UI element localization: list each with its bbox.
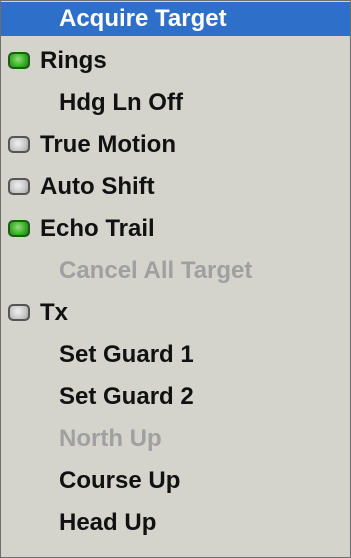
menu-item-course-up[interactable]: Course Up — [1, 464, 350, 498]
indicator-on-icon — [8, 52, 30, 69]
menu-item-hdg-ln-off[interactable]: Hdg Ln Off — [1, 86, 350, 120]
menu-item-acquire-target[interactable]: Acquire Target — [1, 2, 350, 36]
menu-item-tx[interactable]: Tx — [1, 296, 350, 330]
radar-context-menu: Acquire Target Rings Hdg Ln Off True Mot… — [0, 0, 351, 558]
menu-item-label: Auto Shift — [40, 173, 155, 200]
indicator-off-icon — [8, 136, 30, 153]
menu-item-rings[interactable]: Rings — [1, 44, 350, 78]
menu-item-label: Hdg Ln Off — [59, 89, 183, 116]
menu-item-auto-shift[interactable]: Auto Shift — [1, 170, 350, 204]
menu-item-true-motion[interactable]: True Motion — [1, 128, 350, 162]
menu-item-label: Course Up — [59, 467, 181, 494]
menu-item-label: Rings — [40, 47, 107, 74]
menu-item-label: Cancel All Target — [59, 257, 253, 284]
menu-item-echo-trail[interactable]: Echo Trail — [1, 212, 350, 246]
indicator-off-icon — [8, 178, 30, 195]
menu-item-set-guard-2[interactable]: Set Guard 2 — [1, 380, 350, 414]
menu-item-label: Echo Trail — [40, 215, 155, 242]
menu-item-head-up[interactable]: Head Up — [1, 506, 350, 540]
menu-item-label: True Motion — [40, 131, 176, 158]
indicator-on-icon — [8, 220, 30, 237]
menu-item-label: North Up — [59, 425, 162, 452]
menu-item-label: Set Guard 1 — [59, 341, 194, 368]
menu-item-cancel-all-target: Cancel All Target — [1, 254, 350, 288]
indicator-off-icon — [8, 304, 30, 321]
menu-item-label: Set Guard 2 — [59, 383, 194, 410]
menu-item-label: Head Up — [59, 509, 157, 536]
menu-item-label: Tx — [40, 299, 69, 326]
menu-item-set-guard-1[interactable]: Set Guard 1 — [1, 338, 350, 372]
menu-item-north-up: North Up — [1, 422, 350, 456]
menu-item-label: Acquire Target — [59, 5, 227, 32]
